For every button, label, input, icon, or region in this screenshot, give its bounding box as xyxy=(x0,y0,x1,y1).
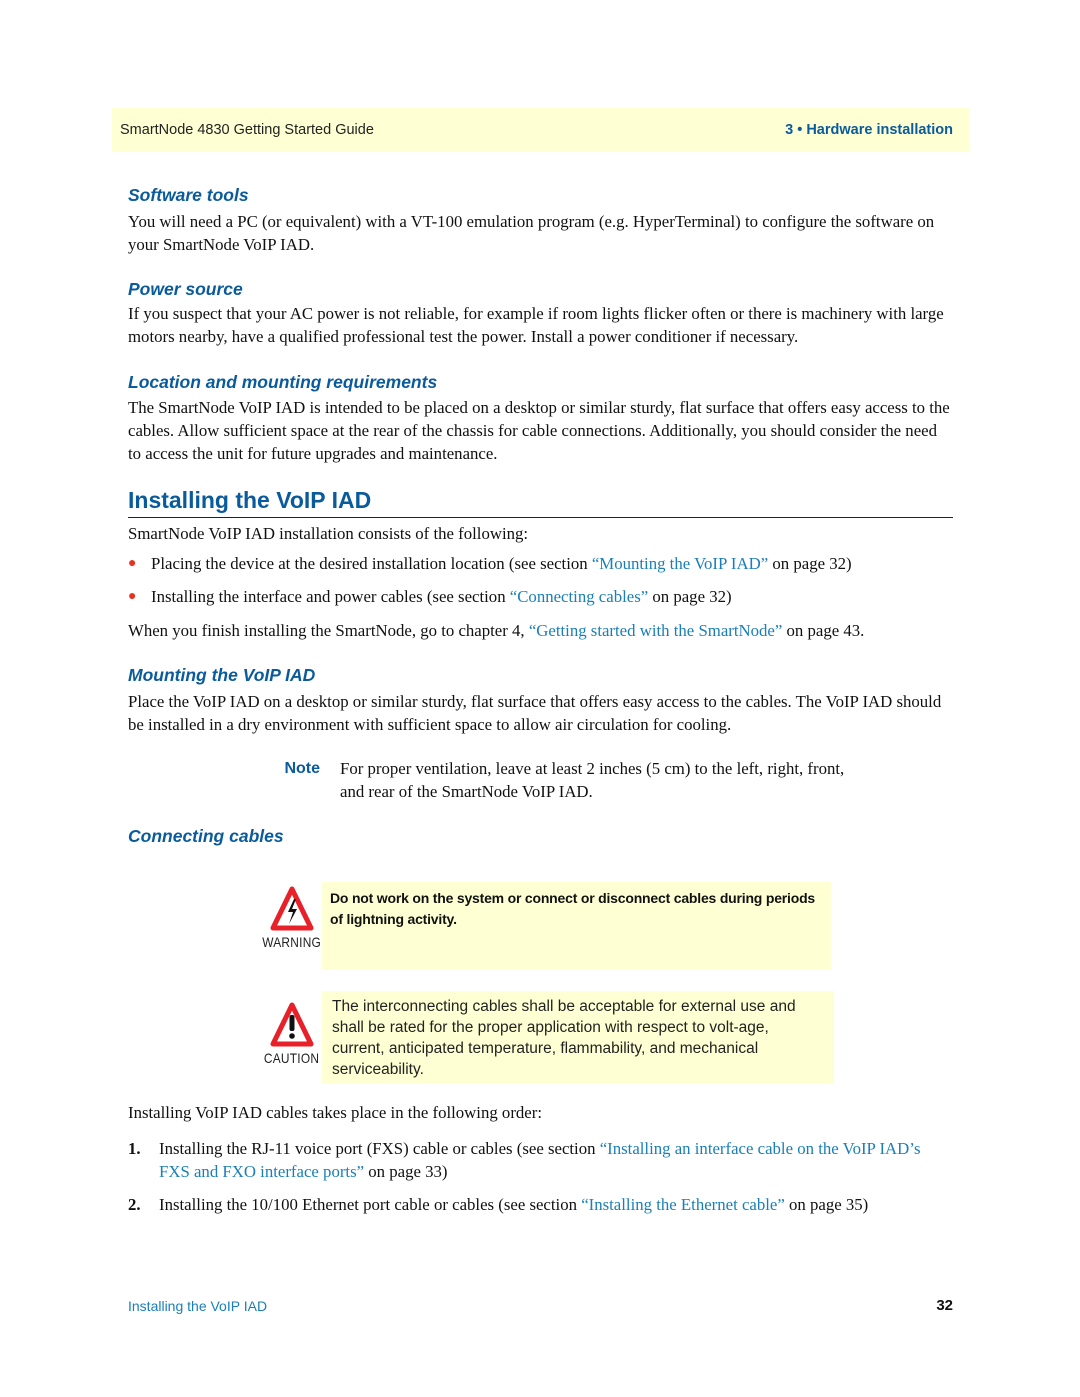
list-item-suffix: on page 32) xyxy=(648,587,732,606)
list-item-text: Installing the interface and power cable… xyxy=(151,585,732,608)
link-mounting-voip-iad[interactable]: “Mounting the VoIP IAD” xyxy=(592,554,768,573)
heading-software-tools: Software tools xyxy=(128,185,249,205)
heading-power-source: Power source xyxy=(128,279,243,299)
heading-location-mounting: Location and mounting requirements xyxy=(128,372,438,392)
page-number: 32 xyxy=(936,1297,953,1314)
list-item-prefix: Installing the interface and power cable… xyxy=(151,587,510,606)
step-suffix: on page 33) xyxy=(364,1162,448,1181)
caution-box: The interconnecting cables shall be acce… xyxy=(322,991,834,1083)
step-prefix: Installing the RJ-11 voice port (FXS) ca… xyxy=(159,1139,600,1158)
software-tools-body: You will need a PC (or equivalent) with … xyxy=(128,212,935,254)
installing-finish: When you finish installing the SmartNode… xyxy=(128,619,954,642)
installing-intro: SmartNode VoIP IAD installation consists… xyxy=(128,524,529,543)
warning-box: Do not work on the system or connect or … xyxy=(322,882,831,970)
note-label: Note xyxy=(284,760,320,777)
page-header: SmartNode 4830 Getting Started Guide 3 •… xyxy=(112,108,969,152)
caution-text: The interconnecting cables shall be acce… xyxy=(332,998,796,1078)
list-item-text: Installing the RJ-11 voice port (FXS) ca… xyxy=(159,1137,954,1183)
bullet-icon: ● xyxy=(128,556,137,571)
note-text: For proper ventilation, leave at least 2… xyxy=(340,759,845,801)
finish-prefix: When you finish installing the SmartNode… xyxy=(128,621,529,640)
warning-block-icon: WARNING xyxy=(262,886,322,950)
heading-connecting-cables: Connecting cables xyxy=(128,826,284,846)
list-item: 1. Installing the RJ-11 voice port (FXS)… xyxy=(128,1137,954,1183)
chapter-title: 3 • Hardware installation xyxy=(785,122,953,138)
warning-text: Do not work on the system or connect or … xyxy=(330,890,816,927)
link-installing-ethernet-cable[interactable]: “Installing the Ethernet cable” xyxy=(581,1195,785,1214)
note-block: Note For proper ventilation, leave at le… xyxy=(255,757,855,803)
footer-section-title: Installing the VoIP IAD xyxy=(128,1298,268,1314)
caution-label: CAUTION xyxy=(264,1050,320,1066)
power-source-body: If you suspect that your AC power is not… xyxy=(128,304,944,346)
cable-order-intro: Installing VoIP IAD cables takes place i… xyxy=(128,1103,542,1122)
list-item-text: Placing the device at the desired instal… xyxy=(151,552,852,575)
list-item-prefix: Placing the device at the desired instal… xyxy=(151,554,592,573)
warning-label: WARNING xyxy=(262,934,322,950)
list-item: ● Placing the device at the desired inst… xyxy=(128,552,954,575)
exclamation-caution-icon xyxy=(270,1002,314,1047)
list-item: 2. Installing the 10/100 Ethernet port c… xyxy=(128,1193,954,1216)
list-item-text: Installing the 10/100 Ethernet port cabl… xyxy=(159,1193,868,1216)
location-body: The SmartNode VoIP IAD is intended to be… xyxy=(128,398,950,463)
caution-block-icon: CAUTION xyxy=(262,1002,322,1066)
list-item-suffix: on page 32) xyxy=(768,554,852,573)
guide-title: SmartNode 4830 Getting Started Guide xyxy=(120,122,374,138)
step-suffix: on page 35) xyxy=(784,1195,869,1214)
bullet-icon: ● xyxy=(128,589,137,604)
step-prefix: Installing the 10/100 Ethernet port cabl… xyxy=(159,1195,582,1214)
link-connecting-cables[interactable]: “Connecting cables” xyxy=(510,587,648,606)
link-getting-started[interactable]: “Getting started with the SmartNode” xyxy=(529,621,783,640)
list-item: ● Installing the interface and power cab… xyxy=(128,585,954,608)
heading-installing-voip-iad: Installing the VoIP IAD xyxy=(128,485,953,518)
step-number: 1. xyxy=(128,1139,141,1158)
step-number: 2. xyxy=(128,1195,141,1214)
mounting-body: Place the VoIP IAD on a desktop or simil… xyxy=(128,692,942,734)
heading-mounting-voip-iad: Mounting the VoIP IAD xyxy=(128,665,316,685)
finish-suffix: on page 43. xyxy=(782,621,865,640)
lightning-warning-icon xyxy=(270,886,314,931)
